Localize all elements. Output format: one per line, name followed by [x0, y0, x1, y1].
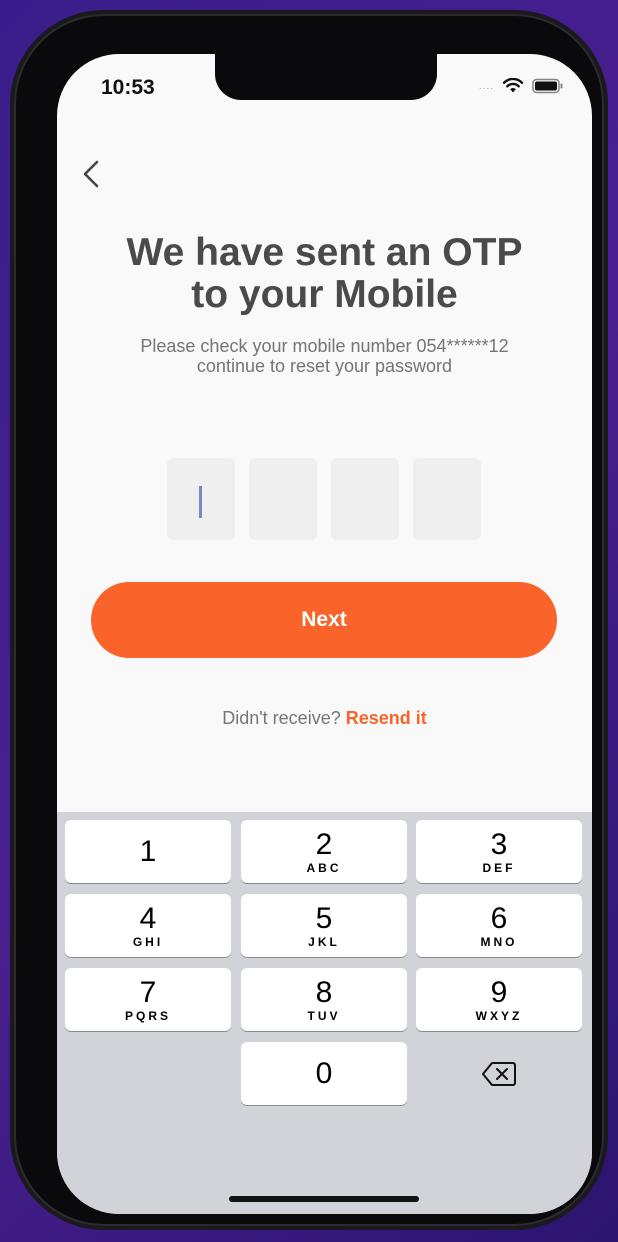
wifi-icon: [502, 78, 524, 93]
key-number: 3: [490, 827, 508, 861]
title-line-2: to your Mobile: [191, 273, 458, 316]
key-7[interactable]: 7 PQRS: [65, 968, 231, 1031]
key-number: 7: [139, 975, 157, 1009]
key-number: 9: [490, 975, 508, 1009]
backspace-icon: [482, 1061, 516, 1086]
key-5[interactable]: 5 JKL: [241, 894, 407, 957]
next-button[interactable]: Next: [91, 582, 557, 658]
key-9[interactable]: 9 WXYZ: [416, 968, 582, 1031]
key-4[interactable]: 4 GHI: [65, 894, 231, 957]
key-letters: MNO: [480, 934, 518, 949]
key-1[interactable]: 1: [65, 820, 231, 883]
otp-digit-1[interactable]: [167, 458, 235, 540]
status-time: 10:53: [101, 76, 155, 99]
key-number: 1: [139, 834, 157, 868]
resend-link[interactable]: Resend it: [346, 708, 427, 728]
key-0[interactable]: 0: [241, 1042, 407, 1105]
resend-prompt: Didn't receive?: [222, 708, 341, 728]
battery-icon: [532, 78, 563, 94]
delete-key[interactable]: [416, 1042, 582, 1105]
page-subtitle: Please check your mobile number 054*****…: [77, 336, 572, 376]
key-letters: ABC: [306, 860, 342, 875]
key-2[interactable]: 2 ABC: [241, 820, 407, 883]
key-number: 2: [315, 827, 333, 861]
otp-digit-2[interactable]: [249, 458, 317, 540]
notch: [215, 54, 437, 100]
key-letters: WXYZ: [475, 1008, 523, 1023]
signal-dots: ....: [478, 80, 494, 92]
subtitle-line-1: Please check your mobile number 054*****…: [140, 336, 509, 356]
key-number: 0: [315, 1056, 333, 1090]
key-number: 5: [315, 901, 333, 935]
key-letters: JKL: [308, 934, 340, 949]
key-letters: GHI: [132, 934, 164, 949]
back-button[interactable]: [79, 154, 107, 194]
key-3[interactable]: 3 DEF: [416, 820, 582, 883]
key-6[interactable]: 6 MNO: [416, 894, 582, 957]
key-number: 4: [139, 901, 157, 935]
resend-line: Didn't receive? Resend it: [57, 708, 592, 729]
key-letters: DEF: [482, 860, 516, 875]
home-indicator[interactable]: [229, 1196, 419, 1202]
otp-digit-3[interactable]: [331, 458, 399, 540]
numeric-keyboard: 1 2 ABC 3 DEF 4 GHI 5 JKL 6 MNO 7 PQRS 8…: [57, 812, 592, 1214]
page-title: We have sent an OTP to your Mobile: [57, 232, 592, 316]
key-number: 8: [315, 975, 333, 1009]
phone-frame: 10:53 .... We have sent an OTP to your M…: [14, 14, 604, 1226]
status-icons: ....: [479, 78, 564, 94]
otp-input-row: [167, 458, 481, 540]
chevron-left-icon: [83, 160, 99, 188]
key-number: 6: [490, 901, 508, 935]
subtitle-line-2: continue to reset your password: [196, 356, 453, 376]
key-letters: PQRS: [124, 1008, 171, 1023]
screen: 10:53 .... We have sent an OTP to your M…: [57, 54, 592, 1214]
text-cursor: [199, 486, 202, 518]
title-line-1: We have sent an OTP: [126, 231, 523, 274]
otp-digit-4[interactable]: [413, 458, 481, 540]
key-8[interactable]: 8 TUV: [241, 968, 407, 1031]
key-letters: TUV: [307, 1008, 341, 1023]
